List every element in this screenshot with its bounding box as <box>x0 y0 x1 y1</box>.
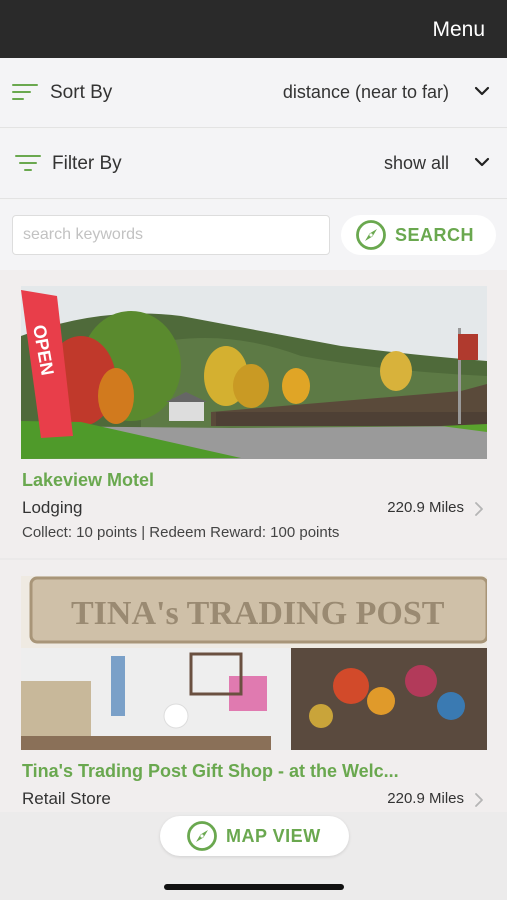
listing-card[interactable]: TINA's TRADING POST Tina's Trading Post … <box>0 560 507 820</box>
chevron-right-icon[interactable] <box>473 792 485 808</box>
listing-points: Collect: 10 points | Redeem Reward: 100 … <box>22 524 340 541</box>
top-bar: Menu <box>0 0 507 58</box>
listing-distance: 220.9 Miles <box>387 499 464 516</box>
chevron-right-icon[interactable] <box>473 501 485 517</box>
listing-title[interactable]: Tina's Trading Post Gift Shop - at the W… <box>22 761 399 782</box>
compass-icon <box>187 821 217 851</box>
menu-button[interactable]: Menu <box>432 18 485 42</box>
sort-value[interactable]: distance (near to far) <box>283 82 449 103</box>
filter-icon <box>15 155 43 173</box>
filter-row[interactable]: Filter By show all <box>0 129 507 199</box>
compass-icon <box>356 220 386 250</box>
map-view-label: MAP VIEW <box>226 825 321 846</box>
listing-image[interactable]: OPEN <box>21 286 487 459</box>
search-button[interactable]: SEARCH <box>341 215 496 255</box>
filter-label: Filter By <box>52 153 122 174</box>
chevron-down-icon[interactable] <box>473 82 491 100</box>
map-bar: MAP VIEW <box>0 812 507 900</box>
listing-category: Lodging <box>22 498 83 517</box>
listings-list[interactable]: OPEN Lakeview Motel Lodging 220.9 Miles … <box>0 270 507 900</box>
listing-distance: 220.9 Miles <box>387 790 464 807</box>
sign-text: TINA's TRADING POST <box>71 595 445 632</box>
sort-row[interactable]: Sort By distance (near to far) <box>0 58 507 128</box>
search-input[interactable] <box>12 215 330 255</box>
sort-label: Sort By <box>50 82 113 103</box>
map-view-button[interactable]: MAP VIEW <box>160 816 349 856</box>
sort-icon <box>12 84 40 102</box>
filter-value[interactable]: show all <box>384 153 449 174</box>
listing-image[interactable]: TINA's TRADING POST <box>21 576 487 750</box>
search-area: SEARCH <box>0 200 507 270</box>
listing-card[interactable]: OPEN Lakeview Motel Lodging 220.9 Miles … <box>0 270 507 558</box>
search-button-label: SEARCH <box>395 224 475 245</box>
listing-title[interactable]: Lakeview Motel <box>22 470 154 491</box>
listing-category: Retail Store <box>22 789 111 808</box>
chevron-down-icon[interactable] <box>473 153 491 171</box>
home-indicator[interactable] <box>164 884 344 890</box>
